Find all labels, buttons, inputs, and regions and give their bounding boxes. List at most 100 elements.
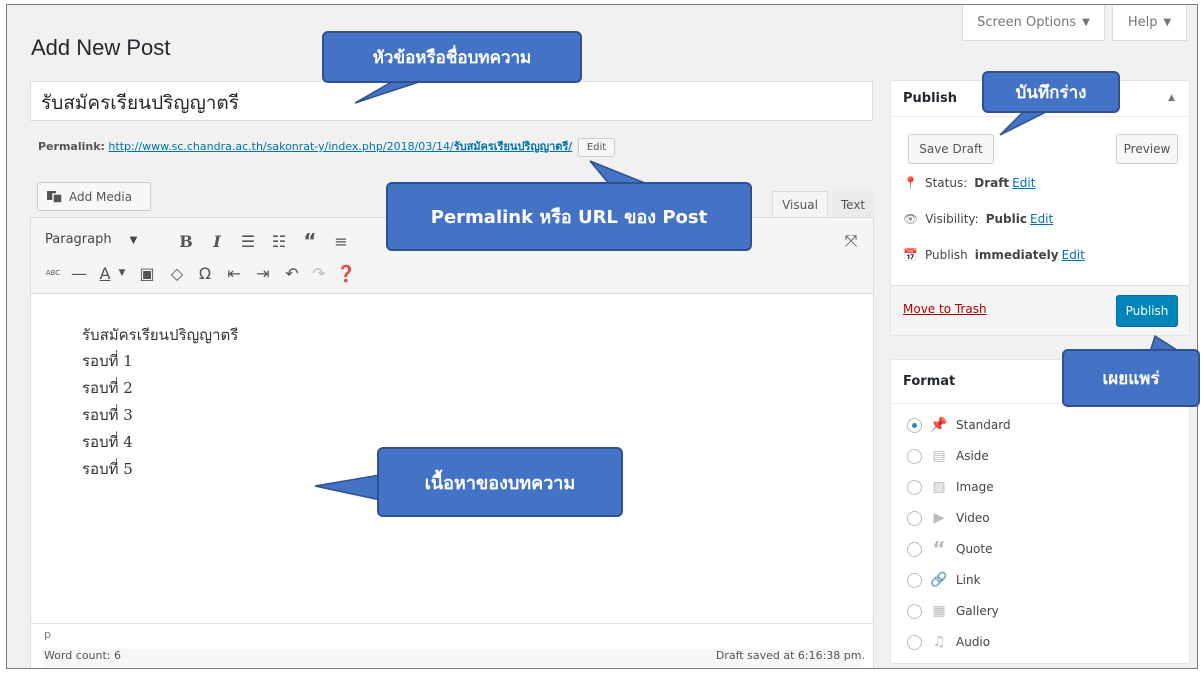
element-path: p <box>44 628 51 641</box>
format-select[interactable]: Paragraph ▼ <box>45 232 137 250</box>
format-option-aside[interactable]: ▤ Aside <box>907 448 989 464</box>
strikethrough-icon[interactable]: ABC <box>43 262 63 284</box>
permalink-label: Permalink: <box>38 140 105 153</box>
format-option-label: Audio <box>956 635 991 649</box>
format-option-label: Quote <box>956 542 993 556</box>
format-option-label: Image <box>956 480 994 494</box>
fullscreen-icon[interactable]: ⤧ <box>841 230 861 252</box>
format-option-label: Gallery <box>956 604 999 618</box>
draft-saved-status: Draft saved at 6:16:38 pm. <box>715 649 865 662</box>
format-option-gallery[interactable]: ▦ Gallery <box>907 603 999 619</box>
publish-button[interactable]: Publish <box>1116 295 1178 327</box>
content-line: รอบที่ 2 <box>82 379 133 397</box>
caret-down-icon[interactable]: ▼ <box>115 262 129 284</box>
italic-icon[interactable]: I <box>207 230 227 252</box>
radio-selected[interactable] <box>907 417 922 433</box>
format-option-link[interactable]: 🔗 Link <box>907 572 981 588</box>
format-box-title: Format <box>903 374 956 389</box>
content-line: รอบที่ 5 <box>82 460 133 478</box>
bullet-list-icon[interactable]: ☰ <box>238 230 258 252</box>
schedule-value: immediately <box>974 248 1059 262</box>
calendar-icon: 📅 <box>903 248 918 262</box>
editor: Paragraph ▼ B I ☰ ☷ “ ≡ ⤧ ABC — A ▼ ▣ ◇ … <box>30 217 874 668</box>
text-color-icon[interactable]: A <box>95 262 115 284</box>
screen-options-tab[interactable]: Screen Options ▼ <box>962 5 1105 41</box>
redo-icon[interactable]: ↷ <box>309 262 329 284</box>
format-option-video[interactable]: ▶ Video <box>907 510 990 526</box>
visibility-value: Public <box>985 212 1027 226</box>
pin-icon: 📌 <box>930 417 948 433</box>
numbered-list-icon[interactable]: ☷ <box>269 230 289 252</box>
format-option-quote[interactable]: “ Quote <box>907 537 993 561</box>
gallery-icon: ▦ <box>932 603 946 619</box>
radio[interactable] <box>907 541 922 557</box>
format-option-label: Standard <box>956 418 1011 432</box>
permalink-slug: รับสมัครเรียนปริญญาตรี/ <box>453 140 573 153</box>
permalink-link[interactable]: http://www.sc.chandra.ac.th/sakonrat-y/i… <box>108 140 572 153</box>
undo-icon[interactable]: ↶ <box>282 262 302 284</box>
clear-format-icon[interactable]: ◇ <box>167 262 187 284</box>
add-media-label: Add Media <box>69 189 133 204</box>
media-icon <box>47 190 63 204</box>
page-title: Add New Post <box>31 35 171 60</box>
callout-permalink: Permalink หรือ URL ของ Post <box>386 182 752 251</box>
callout-save-draft: บันทึกร่าง <box>982 71 1120 113</box>
schedule-label: Publish <box>924 248 968 262</box>
publish-box-title: Publish <box>903 91 957 106</box>
add-media-button[interactable]: Add Media <box>37 182 151 211</box>
visibility-edit-link[interactable]: Edit <box>1030 212 1053 226</box>
format-option-image[interactable]: ▨ Image <box>907 479 994 495</box>
radio[interactable] <box>907 479 922 495</box>
caret-down-icon: ▼ <box>129 235 138 246</box>
format-option-label: Link <box>956 573 981 587</box>
permalink-url: http://www.sc.chandra.ac.th/sakonrat-y/i… <box>108 140 454 153</box>
caret-down-icon: ▼ <box>1163 16 1172 28</box>
content-line: รอบที่ 3 <box>82 406 133 424</box>
permalink-edit-button[interactable]: Edit <box>577 137 616 157</box>
help-label: Help <box>1127 14 1158 30</box>
help-icon[interactable]: ❓ <box>336 262 356 284</box>
publish-box-footer: Move to Trash Publish <box>891 285 1189 335</box>
quote-icon: “ <box>932 537 946 561</box>
screen-options-label: Screen Options <box>977 14 1077 30</box>
content-line: รับสมัครเรียนปริญญาตรี <box>82 326 239 344</box>
image-icon: ▨ <box>932 479 946 495</box>
align-left-icon[interactable]: ≡ <box>331 230 351 252</box>
collapse-arrow-icon[interactable]: ▲ <box>1168 93 1175 103</box>
tab-text[interactable]: Text <box>832 191 874 218</box>
format-option-label: Aside <box>956 449 989 463</box>
permalink-row: Permalink: http://www.sc.chandra.ac.th/s… <box>38 137 616 157</box>
paste-text-icon[interactable]: ▣ <box>137 262 157 284</box>
format-option-audio[interactable]: ♫ Audio <box>907 634 990 650</box>
special-character-icon[interactable]: Ω <box>195 262 215 284</box>
visibility-row: 👁 Visibility: Public Edit <box>903 212 1053 226</box>
radio[interactable] <box>907 634 922 650</box>
status-edit-link[interactable]: Edit <box>1012 176 1035 190</box>
schedule-edit-link[interactable]: Edit <box>1062 248 1085 262</box>
horizontal-line-icon[interactable]: — <box>69 262 89 284</box>
radio[interactable] <box>907 510 922 526</box>
visibility-label: Visibility: <box>925 212 979 226</box>
radio[interactable] <box>907 572 922 588</box>
help-tab[interactable]: Help ▼ <box>1112 5 1187 41</box>
outdent-icon[interactable]: ⇤ <box>224 262 244 284</box>
tab-visual[interactable]: Visual <box>772 191 828 218</box>
format-option-standard[interactable]: 📌 Standard <box>907 417 1011 433</box>
preview-button[interactable]: Preview <box>1116 134 1178 164</box>
radio[interactable] <box>907 448 922 464</box>
format-option-label: Video <box>956 511 990 525</box>
word-count: Word count: 6 <box>44 649 122 662</box>
save-draft-button[interactable]: Save Draft <box>908 134 994 164</box>
indent-icon[interactable]: ⇥ <box>253 262 273 284</box>
blockquote-icon[interactable]: “ <box>300 229 320 253</box>
publish-box: Publish ▲ Save Draft Preview 📍 Status: D… <box>890 80 1190 336</box>
move-to-trash-link[interactable]: Move to Trash <box>903 302 987 316</box>
format-select-value: Paragraph <box>45 232 112 247</box>
radio[interactable] <box>907 603 922 619</box>
callout-publish: เผยแพร่ <box>1062 349 1200 407</box>
audio-icon: ♫ <box>932 634 946 650</box>
status-value: Draft <box>974 176 1010 190</box>
post-title-input[interactable]: รับสมัครเรียนปริญญาตรี <box>30 81 873 121</box>
bold-icon[interactable]: B <box>176 230 196 252</box>
content-line: รอบที่ 4 <box>82 433 133 451</box>
